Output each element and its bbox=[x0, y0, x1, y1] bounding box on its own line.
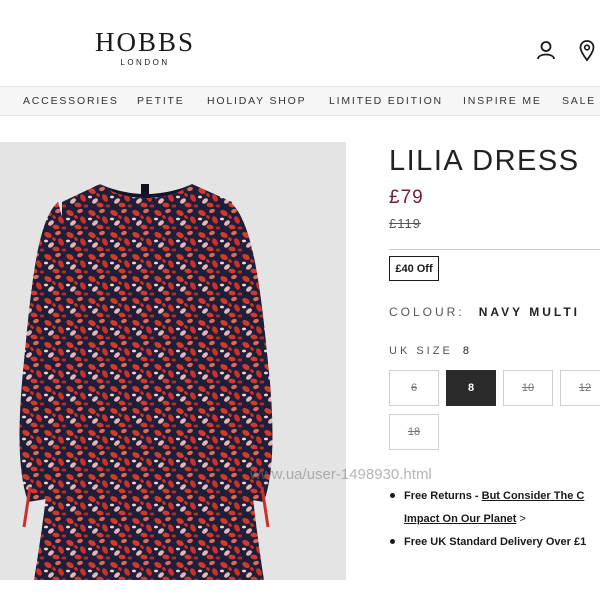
nav-item-limited-edition[interactable]: LIMITED EDITION bbox=[329, 95, 443, 107]
watermark-text: www.ua/user-1498930.html bbox=[250, 466, 432, 483]
returns-info-line-2: Impact On Our Planet > bbox=[404, 513, 526, 525]
product-image[interactable] bbox=[0, 142, 346, 580]
logo-wordmark: HOBBS bbox=[94, 27, 196, 57]
size-label: UK SIZE bbox=[389, 345, 453, 357]
free-delivery-info: Free UK Standard Delivery Over £1 bbox=[390, 536, 586, 548]
colour-selector: COLOUR: NAVY MULTI bbox=[389, 305, 580, 319]
product-title: LILIA DRESS bbox=[389, 145, 580, 177]
colour-label: COLOUR: bbox=[389, 305, 465, 319]
current-price: £79 bbox=[389, 187, 424, 208]
returns-link[interactable]: But Consider The C bbox=[482, 490, 585, 502]
nav-item-petite[interactable]: PETITE bbox=[137, 95, 185, 107]
size-option-10[interactable]: 10 bbox=[503, 370, 553, 406]
store-locator-icon[interactable] bbox=[579, 40, 595, 67]
colour-value: NAVY MULTI bbox=[478, 305, 581, 319]
price-divider bbox=[389, 249, 600, 250]
planet-impact-link[interactable]: Impact On Our Planet bbox=[404, 513, 516, 525]
discount-badge: £40 Off bbox=[389, 256, 439, 281]
main-navigation: ACCESSORIES PETITE HOLIDAY SHOP LIMITED … bbox=[0, 86, 600, 116]
site-header: HOBBS LONDON bbox=[0, 0, 600, 86]
size-option-12[interactable]: 12 bbox=[560, 370, 600, 406]
size-heading: UK SIZE 8 bbox=[389, 345, 472, 357]
brand-logo[interactable]: HOBBS LONDON bbox=[90, 28, 200, 67]
bullet-icon bbox=[390, 492, 395, 498]
nav-item-holiday-shop[interactable]: HOLIDAY SHOP bbox=[207, 95, 306, 107]
size-option-8[interactable]: 8 bbox=[446, 370, 496, 406]
size-option-18[interactable]: 18 bbox=[389, 414, 439, 450]
free-returns-info: Free Returns - But Consider The C bbox=[390, 490, 584, 502]
original-price: £119 bbox=[389, 216, 421, 231]
size-option-6[interactable]: 6 bbox=[389, 370, 439, 406]
delivery-text: Free UK Standard Delivery Over £1 bbox=[404, 536, 587, 548]
account-icon[interactable] bbox=[536, 40, 556, 65]
nav-item-accessories[interactable]: ACCESSORIES bbox=[23, 95, 119, 107]
returns-prefix: Free Returns - bbox=[404, 490, 482, 502]
nav-item-inspire-me[interactable]: INSPIRE ME bbox=[463, 95, 542, 107]
size-value: 8 bbox=[462, 345, 472, 357]
nav-item-sale[interactable]: SALE bbox=[562, 95, 596, 107]
logo-subtitle: LONDON bbox=[120, 58, 170, 67]
chevron-right-icon: > bbox=[516, 513, 526, 525]
bullet-icon bbox=[390, 538, 395, 544]
